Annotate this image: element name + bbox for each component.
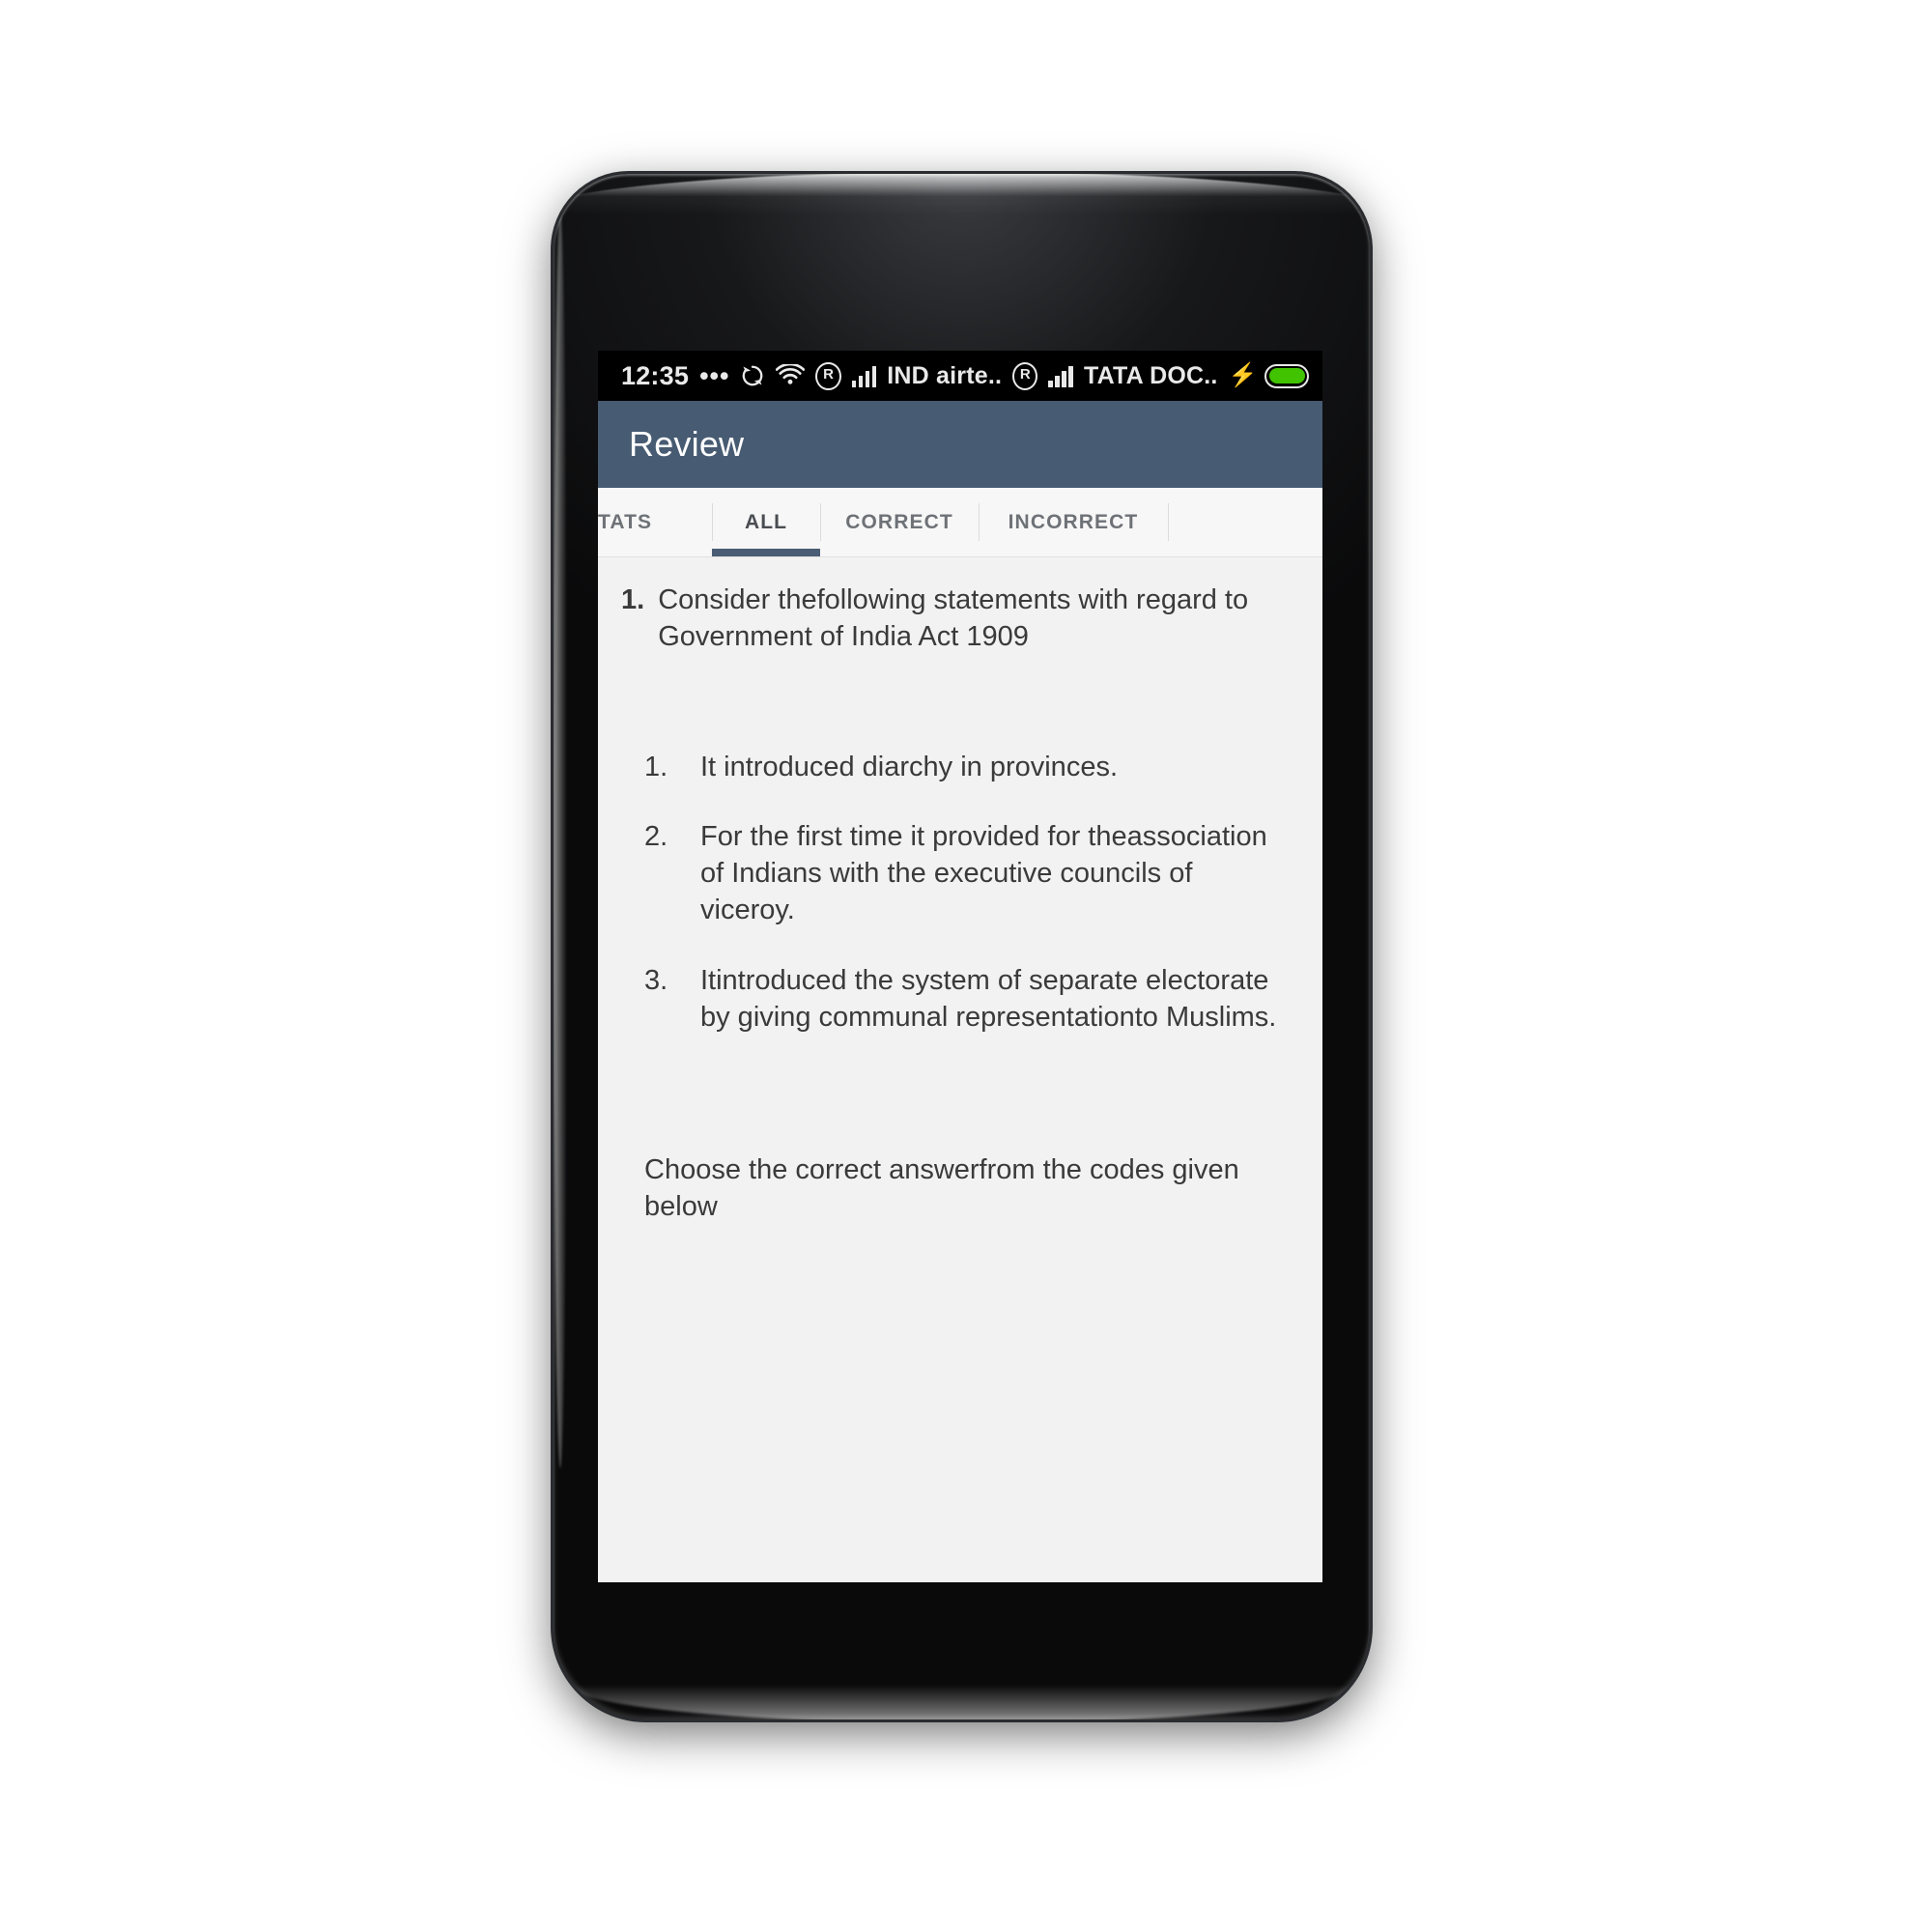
status-bar[interactable]: 12:35 ••• R IND airte.. R TATA DOC.. ⚡ (598, 351, 1322, 401)
tab-strip-trailing-divider (1168, 488, 1322, 556)
roaming-r-icon-sim2: R (1012, 361, 1038, 390)
battery-icon (1264, 363, 1309, 388)
statement-row-2: 2. For the first time it provided for th… (621, 818, 1293, 929)
phone-screen: 12:35 ••• R IND airte.. R TATA DOC.. ⚡ R… (598, 351, 1322, 1582)
statement-row-1: 1. It introduced diarchy in provinces. (621, 749, 1293, 785)
frame-top-highlight (554, 174, 1370, 216)
wifi-icon (776, 364, 806, 387)
question-scroll-area[interactable]: 1. Consider thefollowing statements with… (598, 556, 1322, 1582)
tab-correct[interactable]: CORRECT (820, 488, 979, 556)
charging-bolt-icon: ⚡ (1228, 362, 1258, 388)
tab-bar[interactable]: TATS ALL CORRECT INCORRECT (598, 488, 1322, 556)
tab-all-label: ALL (744, 510, 788, 533)
sync-rotate-icon (740, 363, 765, 388)
signal-bars-icon-sim2 (1048, 365, 1073, 387)
question-closing-text: Choose the correct answerfrom the codes … (644, 1154, 1239, 1223)
question-number: 1. (621, 584, 645, 615)
frame-left-highlight (554, 213, 567, 1468)
roaming-r-icon-sim1: R (815, 361, 841, 390)
statement-row-3: 3. Itintroduced the system of separate e… (621, 962, 1293, 1037)
tab-all-underline (712, 549, 820, 556)
signal-bars-icon-sim1 (851, 365, 877, 387)
page-canvas: 12:35 ••• R IND airte.. R TATA DOC.. ⚡ R… (0, 0, 1932, 1932)
statement-text-1: It introduced diarchy in provinces. (700, 751, 1118, 782)
carrier-name-sim2: TATA DOC.. (1083, 361, 1218, 389)
tab-stats[interactable]: TATS (598, 488, 712, 556)
carrier-name-sim1: IND airte.. (887, 361, 1003, 389)
page-title: Review (629, 424, 745, 464)
question-stem-text: Consider thefollowing statements with re… (658, 584, 1249, 653)
question-stem-row: 1. Consider thefollowing statements with… (621, 582, 1293, 656)
app-bar: Review (598, 401, 1322, 488)
tab-correct-label: CORRECT (845, 510, 953, 533)
statement-text-3: Itintroduced the system of separate elec… (700, 964, 1277, 1033)
tab-all[interactable]: ALL (712, 488, 820, 556)
tab-incorrect-label: INCORRECT (1008, 510, 1139, 533)
tab-stats-label: TATS (598, 510, 653, 533)
statement-number-3: 3. (644, 964, 668, 996)
notification-overflow-dots-icon: ••• (699, 360, 730, 390)
phone-device-frame: 12:35 ••• R IND airte.. R TATA DOC.. ⚡ R… (554, 174, 1370, 1719)
tab-incorrect[interactable]: INCORRECT (979, 488, 1168, 556)
status-clock: 12:35 (621, 360, 690, 390)
statement-number-2: 2. (644, 820, 668, 852)
statement-text-2: For the first time it provided for theas… (700, 820, 1267, 926)
frame-bottom-highlight (569, 1685, 1354, 1719)
statement-number-1: 1. (644, 751, 668, 782)
